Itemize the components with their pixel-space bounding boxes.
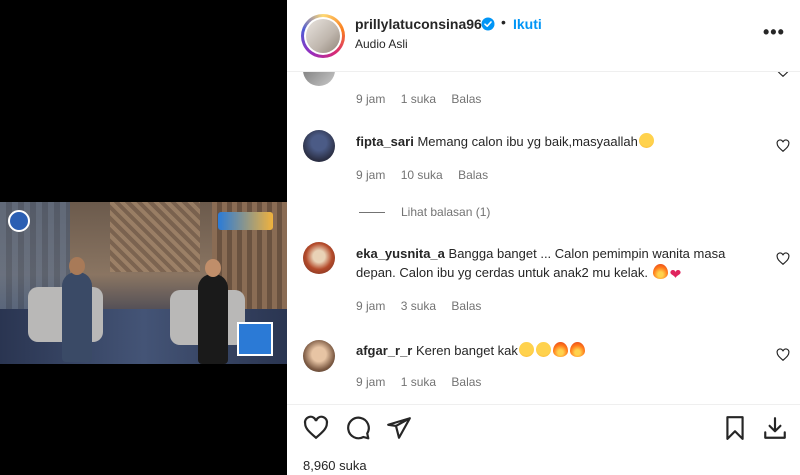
- comment-time: 9 jam: [356, 168, 386, 182]
- comment-icon[interactable]: [345, 415, 371, 441]
- audio-label[interactable]: Audio Asli: [355, 37, 408, 51]
- verified-icon: [481, 17, 495, 31]
- comment-time: 9 jam: [356, 375, 386, 389]
- red-heart-emoji: ❤: [669, 266, 682, 282]
- sign-language-inset: [237, 322, 273, 356]
- comment-text: eka_yusnita_a Bangga banget ... Calon pe…: [356, 244, 766, 284]
- avatar[interactable]: [301, 14, 345, 58]
- heart-icon[interactable]: [776, 139, 790, 153]
- comment-username[interactable]: afgar_r_r: [356, 343, 412, 358]
- heart-icon[interactable]: [776, 72, 790, 78]
- comment-meta: 9 jam 1 suka Balas: [356, 92, 493, 106]
- reply-button[interactable]: Balas: [451, 299, 481, 313]
- view-replies-button[interactable]: Lihat balasan (1): [359, 205, 490, 219]
- comments-list[interactable]: 9 jam 1 suka Balas fipta_sari Memang cal…: [287, 72, 800, 404]
- comment-username[interactable]: eka_yusnita_a: [356, 246, 445, 261]
- post-side-panel: prillylatuconsina96 • Ikuti Audio Asli •…: [287, 0, 800, 475]
- instagram-post-view: prillylatuconsina96 • Ikuti Audio Asli •…: [0, 0, 800, 475]
- separator-dot: •: [501, 14, 506, 30]
- comment-avatar[interactable]: [303, 130, 335, 162]
- comment-time: 9 jam: [356, 92, 386, 106]
- heart-icon[interactable]: [776, 252, 790, 266]
- username[interactable]: prillylatuconsina96: [355, 16, 482, 32]
- comment-likes[interactable]: 3 suka: [401, 299, 436, 313]
- comment-avatar[interactable]: [303, 242, 335, 274]
- follow-button[interactable]: Ikuti: [513, 16, 542, 32]
- download-icon[interactable]: [762, 415, 788, 441]
- video-head-left: [69, 257, 85, 275]
- view-replies-label[interactable]: Lihat balasan (1): [401, 205, 490, 219]
- bookmark-icon[interactable]: [722, 415, 748, 441]
- reply-button[interactable]: Balas: [451, 92, 481, 106]
- heart-eyes-emoji: [638, 133, 654, 148]
- post-header: prillylatuconsina96 • Ikuti Audio Asli •…: [287, 0, 800, 72]
- video-pane[interactable]: [0, 0, 287, 475]
- heart-icon[interactable]: [776, 348, 790, 362]
- comment-body: Keren banget kak: [416, 343, 518, 358]
- fire-emoji: [652, 264, 668, 279]
- likes-count[interactable]: 8,960 suka: [303, 458, 367, 473]
- comment-likes[interactable]: 10 suka: [401, 168, 443, 182]
- fire-emoji: [569, 342, 585, 357]
- post-actions: 8,960 suka: [287, 404, 800, 475]
- comment-likes[interactable]: 1 suka: [401, 375, 436, 389]
- program-badge: [218, 212, 273, 230]
- comment-meta: 9 jam 10 suka Balas: [356, 168, 500, 182]
- view-replies-line: [359, 212, 385, 214]
- video-head-right: [205, 259, 221, 277]
- video-lattice: [110, 202, 200, 272]
- video-person-right: [198, 274, 228, 364]
- comment-avatar[interactable]: [303, 72, 335, 86]
- broadcaster-logo: [8, 210, 30, 232]
- comment-text: fipta_sari Memang calon ibu yg baik,masy…: [356, 132, 766, 151]
- comment-text: afgar_r_r Keren banget kak: [356, 341, 766, 360]
- share-icon[interactable]: [386, 415, 412, 441]
- fire-emoji: [552, 342, 568, 357]
- video-person-left: [62, 272, 92, 362]
- heart-eyes-emoji: [518, 342, 534, 357]
- comment-time: 9 jam: [356, 299, 386, 313]
- video-frame[interactable]: [0, 202, 287, 364]
- reply-button[interactable]: Balas: [458, 168, 488, 182]
- comment-body: Memang calon ibu yg baik,masyaallah: [417, 134, 638, 149]
- more-icon[interactable]: •••: [763, 22, 785, 43]
- comment-meta: 9 jam 3 suka Balas: [356, 299, 493, 313]
- reply-button[interactable]: Balas: [451, 375, 481, 389]
- comment-avatar[interactable]: [303, 340, 335, 372]
- heart-eyes-emoji: [535, 342, 551, 357]
- like-heart-icon[interactable]: [303, 415, 329, 441]
- avatar-image: [306, 19, 340, 53]
- comment-meta: 9 jam 1 suka Balas: [356, 375, 493, 389]
- comment-likes[interactable]: 1 suka: [401, 92, 436, 106]
- comment-username[interactable]: fipta_sari: [356, 134, 414, 149]
